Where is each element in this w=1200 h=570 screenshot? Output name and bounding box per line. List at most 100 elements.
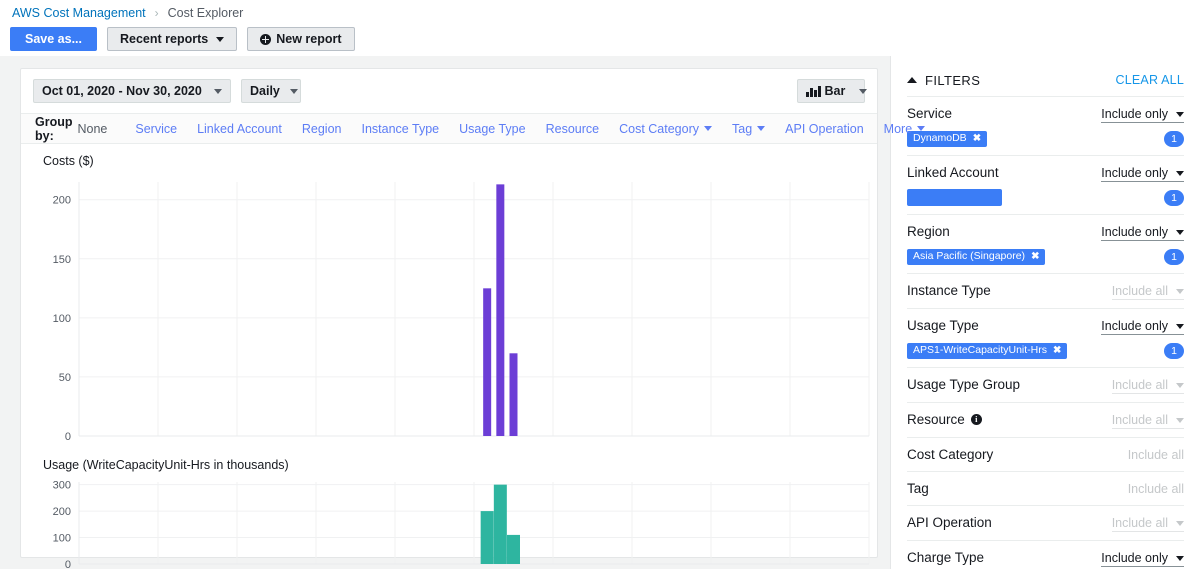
save-as-button[interactable]: Save as... <box>10 27 97 51</box>
chevron-down-icon <box>1176 288 1184 294</box>
svg-text:50: 50 <box>59 372 71 384</box>
filter-row-header: Usage Type Group Include all <box>907 377 1184 394</box>
close-icon[interactable]: ✖ <box>1031 251 1039 262</box>
filter-values: Asia Pacific (Singapore) ✖ 1 <box>907 248 1184 265</box>
filter-mode-select[interactable]: Include only <box>1101 166 1184 182</box>
breadcrumb-current-cost-explorer: Cost Explorer <box>167 6 244 20</box>
filter-row-service: Service Include only DynamoDB ✖ 1 <box>907 96 1184 155</box>
group-by-more[interactable]: More <box>884 122 926 136</box>
filter-row-header: Cost Category Include all <box>907 447 1184 463</box>
filter-mode-value: Include only <box>1101 225 1168 239</box>
cost-chart-svg[interactable]: 0 50 100 150 200 <box>21 168 877 448</box>
filter-mode-select[interactable]: Include only <box>1101 107 1184 123</box>
chart-type-select[interactable]: Bar <box>797 79 868 103</box>
filter-name-text: Cost Category <box>907 447 994 462</box>
filter-mode-value: Include only <box>1101 319 1168 333</box>
filter-mode-select[interactable]: Include all <box>1128 448 1184 463</box>
filters-header: FILTERS CLEAR ALL <box>907 56 1184 96</box>
filter-row-charge-type: Charge TypeInclude onlyUsage✖1 <box>907 540 1184 569</box>
chevron-down-icon <box>1176 323 1184 329</box>
group-by-bar: Group by: None Service Linked Account Re… <box>21 113 926 144</box>
filter-name-label: Region <box>907 224 950 239</box>
group-by-cost-category[interactable]: Cost Category <box>619 122 712 136</box>
group-by-region[interactable]: Region <box>302 122 342 136</box>
group-by-current-value: None <box>77 121 108 136</box>
date-range-value: Oct 01, 2020 - Nov 30, 2020 <box>42 84 202 98</box>
filter-name-label: Tag <box>907 481 929 496</box>
filter-name-label: Linked Account <box>907 165 999 180</box>
chevron-down-icon <box>859 88 868 94</box>
filter-name-text: Region <box>907 224 950 239</box>
bar-chart-icon <box>806 85 821 97</box>
filters-collapse-toggle[interactable]: FILTERS <box>907 73 980 88</box>
filter-mode-value: Include all <box>1127 482 1184 496</box>
group-by-region-label: Region <box>301 121 342 136</box>
new-report-label: New report <box>276 32 342 46</box>
filter-count-badge: 1 <box>1164 130 1184 147</box>
filter-name-text: API Operation <box>907 515 992 530</box>
group-by-linked-account[interactable]: Linked Account <box>197 122 282 136</box>
filter-name-text: Linked Account <box>907 165 999 180</box>
filter-name-text: Service <box>907 106 953 121</box>
recent-reports-button[interactable]: Recent reports <box>107 27 238 51</box>
filter-mode-select[interactable]: Include all <box>1111 284 1184 300</box>
filter-mode-select[interactable]: Include all <box>1128 482 1184 497</box>
filter-mode-select[interactable]: Include only <box>1101 319 1184 335</box>
filter-row-tag: Tag Include all <box>907 471 1184 505</box>
chevron-down-icon <box>757 126 766 131</box>
filter-count-badge: 1 <box>1164 342 1184 359</box>
group-by-service[interactable]: Service <box>135 122 177 136</box>
filter-rows-container: Service Include only DynamoDB ✖ 1 Linked Acco… <box>907 96 1184 569</box>
filter-mode-select[interactable]: Include all <box>1111 516 1184 532</box>
filter-name-label: Service <box>907 106 952 121</box>
clear-all-button[interactable]: CLEAR ALL <box>1115 73 1184 87</box>
filter-chip[interactable]: APS1-WriteCapacityUnit-Hrs ✖ <box>907 342 1068 359</box>
filter-row-header: Tag Include all <box>907 481 1184 497</box>
filter-values: DynamoDB ✖ 1 <box>907 130 1184 147</box>
chevron-down-icon <box>704 126 712 131</box>
filter-row-region: Region Include only Asia Pacific (Singapor… <box>907 214 1184 273</box>
filter-row-resource: Resource i Include all <box>907 402 1184 437</box>
filter-row-header: Instance Type Include all <box>907 283 1184 300</box>
breadcrumb-link-aws-cost-management[interactable]: AWS Cost Management <box>12 6 146 20</box>
chevron-down-icon <box>1176 555 1184 561</box>
group-by-usage-type-label: Usage Type <box>459 121 526 136</box>
group-by-tag[interactable]: Tag <box>732 121 766 136</box>
info-icon[interactable]: i <box>970 414 982 425</box>
filter-row-cost-category: Cost Category Include all <box>907 437 1184 471</box>
svg-text:300: 300 <box>53 480 71 492</box>
filter-row-header: Usage Type Include only <box>907 318 1184 335</box>
chevron-down-icon <box>1176 417 1184 423</box>
svg-text:0: 0 <box>65 559 71 570</box>
filter-row-api-operation: API Operation Include all <box>907 505 1184 540</box>
filter-chip[interactable] <box>907 189 1002 206</box>
recent-reports-label: Recent reports <box>120 32 209 46</box>
filter-chip[interactable]: Asia Pacific (Singapore) ✖ <box>907 248 1046 265</box>
group-by-instance-type[interactable]: Instance Type <box>362 122 440 136</box>
filter-mode-select[interactable]: Include only <box>1101 225 1184 241</box>
group-by-api-operation[interactable]: API Operation <box>785 122 864 136</box>
filter-mode-select[interactable]: Include only <box>1101 551 1184 567</box>
close-icon[interactable]: ✖ <box>973 133 981 144</box>
new-report-button[interactable]: New report <box>247 27 355 51</box>
filter-row-header: Region Include only <box>907 224 1184 241</box>
filter-mode-value: Include all <box>1111 516 1168 530</box>
close-icon[interactable]: ✖ <box>1053 345 1061 356</box>
filter-name-text: Usage Type Group <box>907 377 1021 392</box>
usage-chart-svg[interactable]: 0100200300Oct-01Oct-07Oct-13Oct-19Oct-25… <box>21 472 877 570</box>
filter-mode-value: Include all <box>1111 378 1168 392</box>
date-range-select[interactable]: Oct 01, 2020 - Nov 30, 2020 <box>33 79 231 103</box>
granularity-select[interactable]: Daily <box>241 79 301 103</box>
svg-text:200: 200 <box>53 195 71 207</box>
chevron-down-icon <box>214 88 222 94</box>
filter-row-usage-type-group: Usage Type Group Include all <box>907 367 1184 402</box>
granularity-value: Daily <box>250 84 280 98</box>
group-by-resource[interactable]: Resource <box>546 122 600 136</box>
filter-mode-select[interactable]: Include all <box>1111 378 1184 394</box>
plus-circle-icon <box>260 33 272 45</box>
filter-mode-select[interactable]: Include all <box>1111 413 1184 429</box>
group-by-usage-type[interactable]: Usage Type <box>459 122 525 136</box>
filter-name-text: Usage Type <box>907 318 979 333</box>
group-by-tag-label: Tag <box>732 121 753 136</box>
filter-count-badge: 1 <box>1164 189 1184 206</box>
